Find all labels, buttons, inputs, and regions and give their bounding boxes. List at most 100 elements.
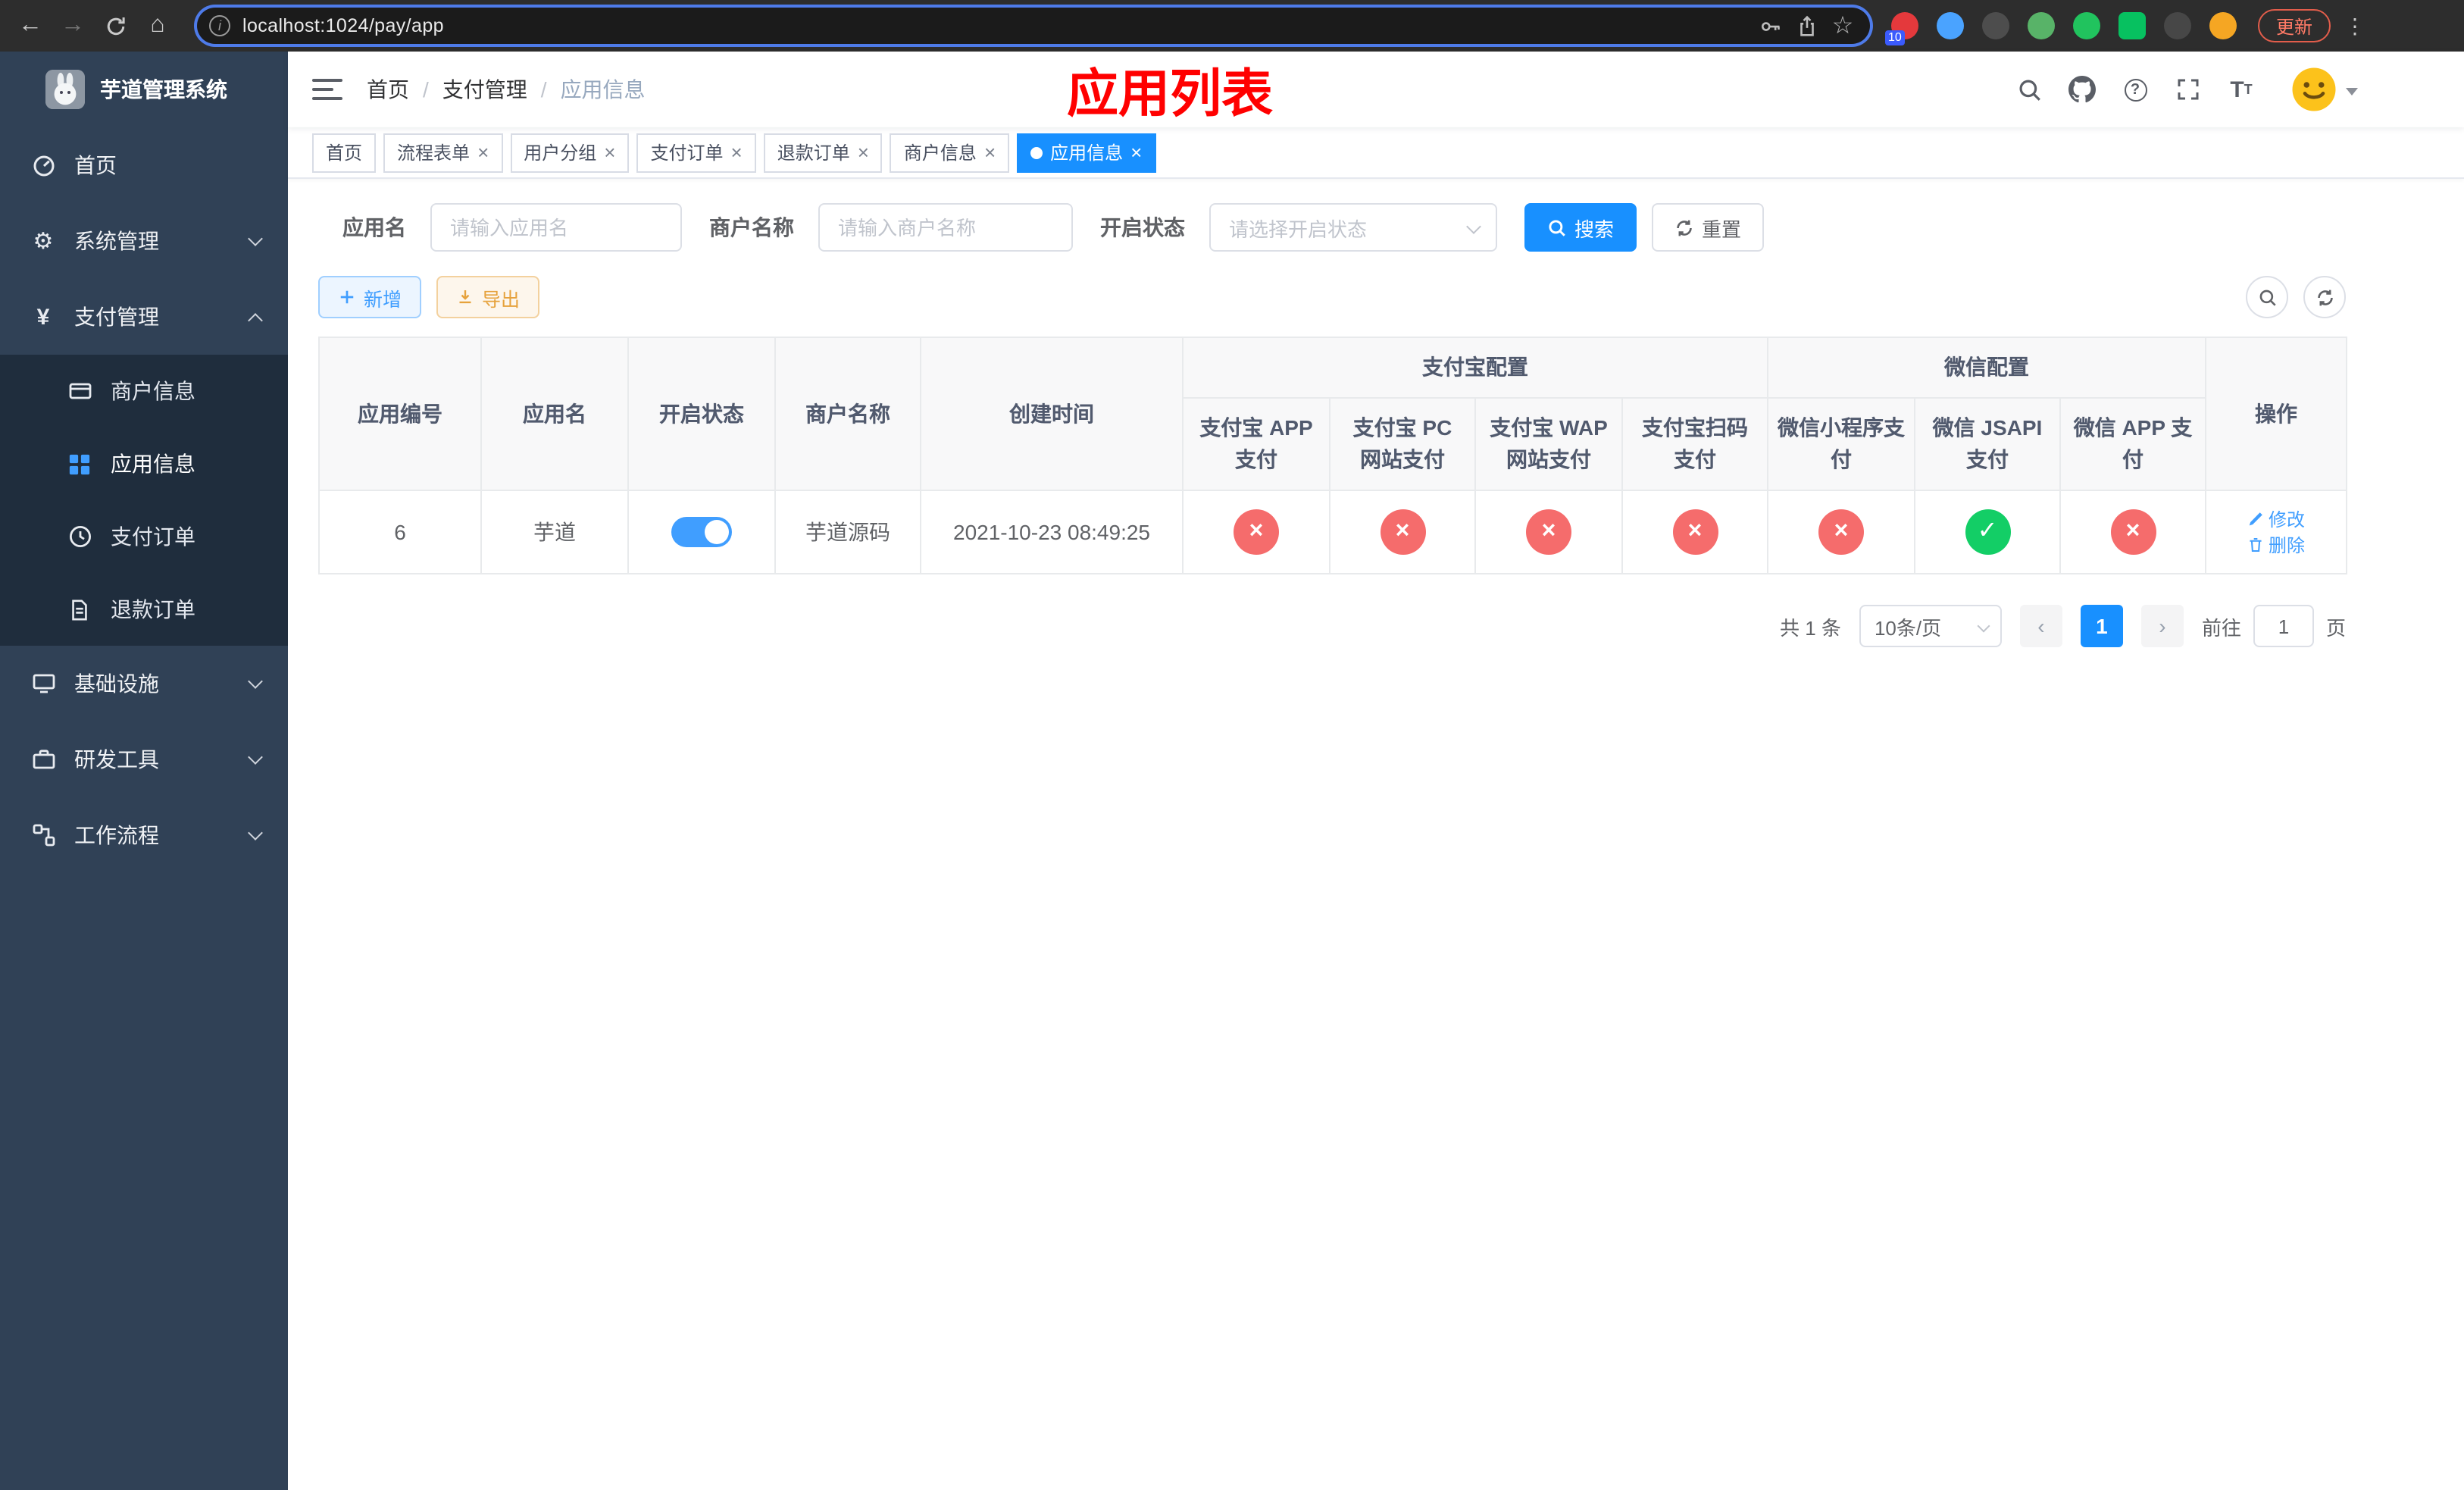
app-name-input[interactable]	[430, 203, 682, 252]
tab-app-info[interactable]: 应用信息 ×	[1017, 133, 1156, 172]
merchant-name-input[interactable]	[818, 203, 1073, 252]
table-toolbar: 新增 导出	[318, 276, 2346, 318]
goto-page-input[interactable]	[2253, 605, 2314, 647]
pagination: 共 1 条 10条/页 ‹ 1 › 前往 页	[318, 605, 2346, 647]
tab-payment-orders[interactable]: 支付订单 ×	[636, 133, 756, 172]
logo[interactable]: 芋道管理系统	[0, 52, 288, 127]
next-page-button[interactable]: ›	[2140, 605, 2184, 647]
site-info-icon[interactable]: i	[209, 15, 230, 36]
reset-button[interactable]: 重置	[1652, 203, 1765, 252]
tab-refund-orders[interactable]: 退款订单 ×	[763, 133, 883, 172]
avatar	[2291, 67, 2337, 112]
refresh-icon[interactable]	[2303, 276, 2346, 318]
sidebar-item-payment-orders[interactable]: 支付订单	[0, 500, 288, 573]
tab-merchant-info[interactable]: 商户信息 ×	[890, 133, 1010, 172]
col-app-id: 应用编号	[318, 337, 482, 491]
ext-green-circle-icon[interactable]	[2073, 12, 2100, 39]
document-icon	[67, 598, 92, 621]
close-icon[interactable]: ×	[984, 142, 996, 162]
clock-circle-icon	[67, 524, 92, 549]
yen-icon: ¥	[36, 304, 50, 330]
delete-link[interactable]: 删除	[2247, 532, 2305, 558]
status-select[interactable]: 请选择开启状态	[1209, 203, 1497, 252]
sidebar-item-system[interactable]: ⚙ 系统管理	[0, 203, 288, 279]
page-1-button[interactable]: 1	[2080, 605, 2123, 647]
close-icon[interactable]: ×	[604, 142, 615, 162]
grid-icon	[67, 452, 92, 475]
logo-image	[45, 70, 85, 109]
breadcrumb-payment[interactable]: 支付管理	[442, 74, 527, 105]
merchant-name-label: 商户名称	[709, 215, 794, 239]
tab-process-form[interactable]: 流程表单 ×	[383, 133, 503, 172]
sidebar-item-dev-tools[interactable]: 研发工具	[0, 722, 288, 797]
share-icon[interactable]	[1788, 8, 1825, 44]
toolbox-icon	[30, 747, 56, 772]
sidebar-item-workflow[interactable]: 工作流程	[0, 797, 288, 873]
sidebar-item-refund-orders[interactable]: 退款订单	[0, 573, 288, 646]
sidebar-item-home[interactable]: 首页	[0, 127, 288, 203]
search-icon[interactable]	[2014, 74, 2044, 105]
close-icon[interactable]: ×	[858, 142, 869, 162]
bookmark-star-icon[interactable]: ☆	[1825, 8, 1861, 44]
dashboard-icon	[30, 153, 56, 177]
sidebar-item-merchant-info[interactable]: 商户信息	[0, 355, 288, 427]
active-dot	[1030, 146, 1043, 158]
password-key-icon[interactable]	[1752, 8, 1788, 44]
ext-dark-icon[interactable]	[1982, 12, 2009, 39]
github-icon[interactable]	[2067, 74, 2097, 105]
cell-app-name: 芋道	[480, 490, 629, 574]
col-wx-app: 微信 APP 支付	[2059, 397, 2206, 491]
browser-menu-icon[interactable]: ⋮	[2340, 13, 2370, 39]
tab-home[interactable]: 首页	[312, 133, 377, 172]
edit-link[interactable]: 修改	[2247, 506, 2305, 532]
ext-puzzle-icon[interactable]	[2164, 12, 2191, 39]
breadcrumb: 首页 / 支付管理 / 应用信息	[367, 74, 646, 105]
col-alipay-app: 支付宝 APP 支付	[1182, 397, 1330, 491]
ext-avatar-icon[interactable]	[2028, 12, 2055, 39]
goto-label: 前往	[2201, 616, 2241, 639]
ext-red-icon[interactable]: 10	[1885, 12, 1918, 45]
status-toggle[interactable]	[671, 517, 732, 547]
prev-page-button[interactable]: ‹	[2019, 605, 2062, 647]
ext-blue-icon[interactable]	[1937, 12, 1964, 39]
status-label: 开启状态	[1100, 215, 1185, 239]
tab-user-group[interactable]: 用户分组 ×	[510, 133, 630, 172]
ext-green-square-icon[interactable]	[2118, 12, 2146, 39]
address-bar[interactable]: i localhost:1024/pay/app ☆	[197, 8, 1870, 44]
chevron-down-icon	[1977, 619, 1990, 633]
sidebar-item-app-info[interactable]: 应用信息	[0, 427, 288, 500]
sidebar-item-infrastructure[interactable]: 基础设施	[0, 646, 288, 722]
col-alipay-qr: 支付宝扫码支付	[1621, 397, 1768, 491]
page-size-select[interactable]: 10条/页	[1859, 605, 2002, 647]
chevron-down-icon	[248, 825, 263, 840]
font-size-icon[interactable]: TT	[2226, 74, 2256, 105]
forward-icon[interactable]: →	[52, 5, 94, 47]
fullscreen-icon[interactable]	[2173, 74, 2203, 105]
search-button[interactable]: 搜索	[1524, 203, 1637, 252]
breadcrumb-current: 应用信息	[560, 77, 646, 102]
filter-form: 应用名 商户名称 开启状态 请选择开启状态	[318, 203, 2464, 252]
col-created: 创建时间	[920, 337, 1184, 491]
close-icon[interactable]: ×	[477, 142, 489, 162]
user-menu[interactable]	[2291, 67, 2358, 112]
chevron-up-icon	[248, 312, 263, 327]
close-icon[interactable]: ×	[1130, 142, 1142, 162]
col-group-wechat: 微信配置	[1767, 337, 2206, 399]
hamburger-icon[interactable]	[312, 79, 342, 100]
sidebar-item-payment[interactable]: ¥ 支付管理	[0, 279, 288, 355]
add-button[interactable]: 新增	[318, 276, 422, 318]
export-button[interactable]: 导出	[436, 276, 540, 318]
breadcrumb-home[interactable]: 首页	[367, 74, 409, 105]
home-icon[interactable]: ⌂	[136, 5, 179, 47]
reload-icon[interactable]	[94, 5, 136, 47]
app-title: 芋道管理系统	[100, 77, 227, 102]
toggle-search-icon[interactable]	[2246, 276, 2288, 318]
help-icon[interactable]: ?	[2120, 74, 2150, 105]
back-icon[interactable]: ←	[9, 5, 52, 47]
browser-update-button[interactable]: 更新	[2258, 9, 2331, 42]
page-content: 应用名 商户名称 开启状态 请选择开启状态	[288, 179, 2464, 647]
ext-orange-icon[interactable]	[2209, 12, 2237, 39]
app-name-label: 应用名	[342, 215, 406, 239]
col-alipay-wap: 支付宝 WAP 网站支付	[1474, 397, 1623, 491]
close-icon[interactable]: ×	[731, 142, 743, 162]
